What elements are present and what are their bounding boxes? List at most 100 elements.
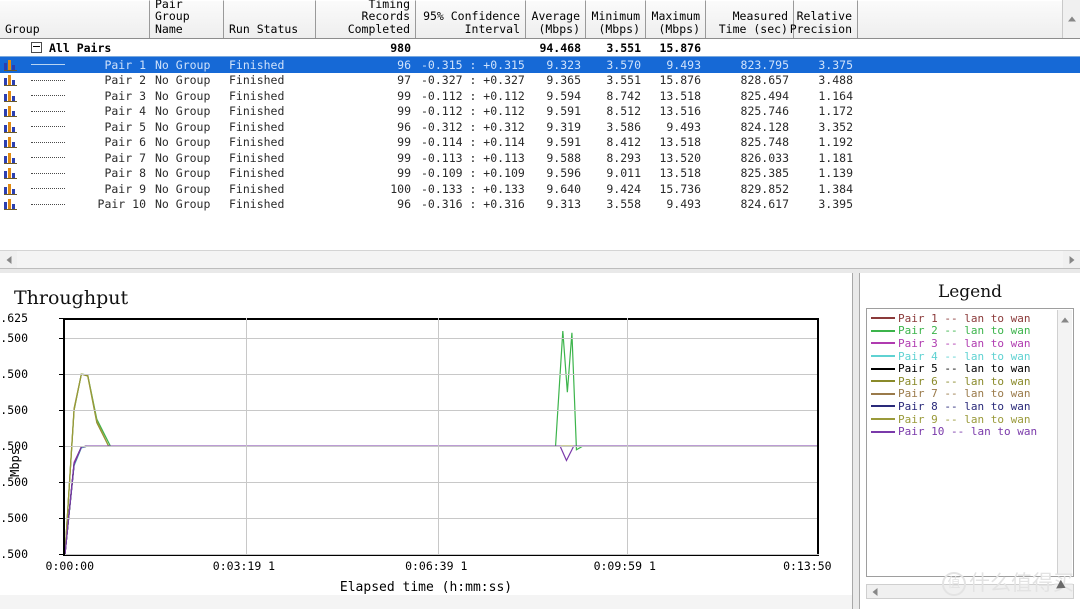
x-axis-tick-label: 0:03:19 1	[212, 559, 276, 573]
legend-vertical-scrollbar[interactable]	[1057, 310, 1072, 575]
y-axis-tick-label: 9.500	[0, 439, 28, 454]
legend-item[interactable]: Pair 6 -- lan to wan	[867, 375, 1073, 388]
column-header-pair-group-name[interactable]: Pair Group Name	[150, 0, 224, 38]
bar-chart-icon[interactable]	[4, 59, 17, 71]
column-header-relative-precision[interactable]: Relative Precision	[790, 0, 858, 38]
tree-connector	[17, 95, 79, 97]
legend-horizontal-scrollbar[interactable]	[866, 584, 1074, 599]
tree-line	[31, 110, 65, 112]
tree-connector	[17, 157, 79, 159]
bar-chart-icon[interactable]	[4, 90, 17, 102]
chevron-up-icon	[1061, 317, 1069, 323]
pair-group-name: No Group	[155, 181, 211, 196]
x-axis-tick-label: 0:06:39 1	[405, 559, 468, 573]
scrollbar-trough[interactable]	[17, 251, 1063, 268]
bar-chart-icon[interactable]	[4, 183, 17, 195]
measured-time-sec: 823.795	[740, 57, 789, 72]
maximum-mbps: 15.876	[659, 73, 701, 88]
grid-line-horizontal	[65, 338, 819, 340]
chart-title: Throughput	[14, 287, 129, 309]
legend-item[interactable]: Pair 3 -- lan to wan	[867, 337, 1073, 350]
measured-time-sec: 825.746	[740, 104, 789, 119]
minimum-mbps: 9.011	[606, 166, 641, 181]
legend-item[interactable]: Pair 10 -- lan to wan	[867, 425, 1073, 438]
legend-item[interactable]: Pair 2 -- lan to wan	[867, 324, 1073, 337]
legend-list[interactable]: Pair 1 -- lan to wan Pair 2 -- lan to wan…	[866, 308, 1074, 577]
bar-chart-icon[interactable]	[4, 152, 17, 164]
tree-line	[31, 141, 65, 143]
legend-color-swatch	[871, 367, 895, 370]
table-row[interactable]: Pair 2 No Group Finished 97 -0.327 : +0.327 9…	[0, 73, 1080, 89]
tree-line	[31, 172, 65, 174]
scroll-right-button[interactable]	[1063, 251, 1080, 268]
summary-row-all-pairs[interactable]: All Pairs 980 94.468 3.551 15.876	[0, 39, 1080, 57]
pair-group-name: No Group	[155, 57, 211, 72]
table-row[interactable]: Pair 3 No Group Finished 99 -0.112 : +0.112 9…	[0, 88, 1080, 104]
table-row[interactable]: Pair 1 No Group Finished 96 -0.315 : +0.315 9…	[0, 57, 1080, 73]
legend-item[interactable]: Pair 1 -- lan to wan	[867, 312, 1073, 325]
legend-item[interactable]: Pair 7 -- lan to wan	[867, 387, 1073, 400]
tree-connector	[17, 141, 79, 143]
table-row[interactable]: Pair 5 No Group Finished 96 -0.312 : +0.312 9…	[0, 119, 1080, 135]
legend-item[interactable]: Pair 4 -- lan to wan	[867, 350, 1073, 363]
column-header-group[interactable]: Group	[0, 0, 150, 38]
measured-time-sec: 828.657	[740, 73, 789, 88]
column-header-average-mbps[interactable]: Average (Mbps)	[526, 0, 586, 38]
legend-item[interactable]: Pair 9 -- lan to wan	[867, 413, 1073, 426]
pair-name: Pair 8	[104, 166, 146, 181]
legend-color-swatch	[871, 418, 895, 421]
run-status: Finished	[229, 119, 285, 134]
table-row[interactable]: Pair 10 No Group Finished 96 -0.316 : +0.316…	[0, 197, 1080, 213]
table-row[interactable]: Pair 6 No Group Finished 99 -0.114 : +0.114 9…	[0, 135, 1080, 151]
chart-plot-area[interactable]	[59, 318, 819, 556]
y-axis-tick-mark	[59, 518, 65, 520]
vertical-splitter[interactable]	[852, 273, 860, 609]
vertical-scrollbar-up[interactable]	[1062, 0, 1080, 38]
bar-chart-icon[interactable]	[4, 74, 17, 87]
y-axis-tick-label: 5.500	[0, 511, 28, 526]
chart-series-line	[65, 374, 819, 554]
average-mbps: 9.588	[546, 150, 581, 165]
column-header-95-confidence-interval[interactable]: 95% Confidence Interval	[416, 0, 526, 38]
pair-name: Pair 9	[104, 181, 146, 196]
legend-item[interactable]: Pair 8 -- lan to wan	[867, 400, 1073, 413]
bar-chart-icon[interactable]	[4, 105, 17, 118]
legend-item[interactable]: Pair 5 -- lan to wan	[867, 362, 1073, 375]
relative-precision: 3.395	[818, 197, 853, 212]
y-axis-tick-label: 16.625	[0, 311, 28, 325]
row-group-cell: Pair 3	[0, 89, 150, 103]
bar-chart-icon[interactable]	[4, 167, 17, 180]
relative-precision: 1.192	[818, 135, 853, 150]
table-row[interactable]: Pair 7 No Group Finished 99 -0.113 : +0.113 9…	[0, 150, 1080, 166]
table-horizontal-scrollbar[interactable]	[0, 250, 1080, 268]
chart-series-line	[65, 446, 819, 554]
legend-item-label: Pair 9 -- lan to wan	[898, 412, 1031, 426]
legend-item-label: Pair 1 -- lan to wan	[898, 311, 1031, 325]
legend-item-label: Pair 6 -- lan to wan	[898, 374, 1031, 388]
column-header-measured-time-sec[interactable]: Measured Time (sec)	[706, 0, 794, 38]
column-header-maximum-mbps[interactable]: Maximum (Mbps)	[646, 0, 706, 38]
average-mbps: 9.596	[546, 166, 581, 181]
column-header-run-status[interactable]: Run Status	[224, 0, 316, 38]
bar-chart-icon[interactable]	[4, 121, 17, 133]
table-row[interactable]: Pair 9 No Group Finished 100 -0.133 : +0.133…	[0, 181, 1080, 197]
pair-name: Pair 3	[104, 88, 146, 103]
run-status: Finished	[229, 73, 285, 88]
table-row[interactable]: Pair 8 No Group Finished 99 -0.109 : +0.109 9…	[0, 166, 1080, 182]
bar-chart-icon[interactable]	[4, 198, 17, 211]
plot-right-border	[817, 318, 819, 554]
maximum-mbps: 13.518	[659, 88, 701, 103]
bar-chart-icon[interactable]	[4, 136, 17, 149]
relative-precision: 3.352	[818, 119, 853, 134]
column-header-minimum-mbps[interactable]: Minimum (Mbps)	[586, 0, 646, 38]
relative-precision: 3.375	[818, 57, 853, 72]
collapse-toggle-icon[interactable]	[31, 42, 42, 53]
row-group-cell: Pair 6	[0, 135, 150, 149]
timing-records-completed: 99	[397, 135, 411, 150]
y-axis-tick-mark	[59, 554, 65, 555]
scroll-left-button[interactable]	[0, 251, 17, 268]
table-row[interactable]: Pair 4 No Group Finished 99 -0.112 : +0.112 9…	[0, 104, 1080, 120]
column-header-timing-records-completed[interactable]: Timing Records Completed	[316, 0, 416, 38]
column-header-blank[interactable]	[858, 0, 1063, 38]
grid-line-vertical	[626, 318, 628, 554]
